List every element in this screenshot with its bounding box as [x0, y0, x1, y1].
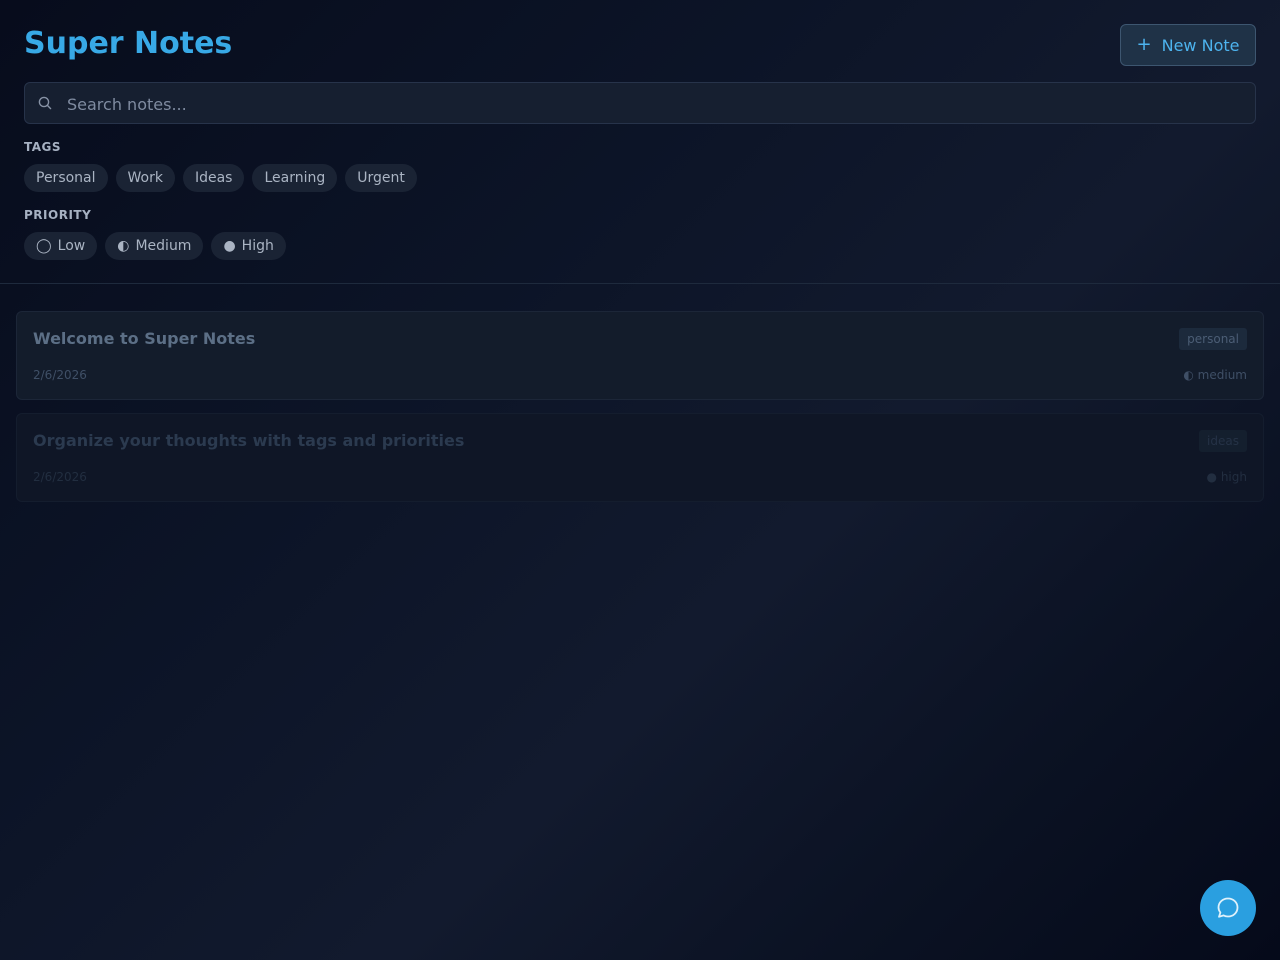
note-card[interactable]: Welcome to Super Notes personal 2/6/2026… — [16, 311, 1264, 400]
priority-chip-low[interactable]: ◯ Low — [24, 232, 98, 260]
priority-chip-high[interactable]: ● High — [211, 232, 286, 260]
tag-chip-ideas[interactable]: Ideas — [182, 164, 245, 192]
note-priority-label: medium — [1197, 368, 1247, 382]
half-circle-icon: ◐ — [117, 238, 130, 254]
chat-bubble-icon — [1217, 897, 1239, 918]
app-title: Super Notes — [24, 26, 233, 61]
tags-section-label: TAGS — [24, 140, 62, 154]
new-note-label: New Note — [1161, 35, 1240, 55]
note-priority: ● high — [1207, 470, 1247, 484]
half-circle-icon: ◐ — [1183, 368, 1194, 382]
tag-filter-list: Personal Work Ideas Learning Urgent — [24, 164, 417, 192]
filled-circle-icon: ● — [1206, 470, 1217, 484]
filled-circle-icon: ● — [223, 238, 236, 254]
tag-chip-personal[interactable]: Personal — [24, 164, 108, 192]
note-priority: ◐ medium — [1183, 368, 1247, 382]
search-icon — [38, 96, 52, 110]
note-title: Organize your thoughts with tags and pri… — [33, 431, 465, 450]
app-header: Super Notes + New Note TAGS Personal Wor… — [0, 0, 1280, 284]
search-input[interactable] — [65, 83, 1249, 125]
tag-chip-learning[interactable]: Learning — [252, 164, 338, 192]
note-tag-badge: ideas — [1199, 430, 1247, 452]
search-bar[interactable] — [24, 82, 1256, 125]
note-card[interactable]: Organize your thoughts with tags and pri… — [16, 413, 1264, 502]
tag-chip-work[interactable]: Work — [115, 164, 175, 192]
chat-button[interactable] — [1200, 880, 1256, 936]
priority-chip-label: Low — [57, 238, 86, 254]
empty-circle-icon: ◯ — [36, 238, 52, 254]
plus-icon: + — [1136, 34, 1152, 55]
note-date: 2/6/2026 — [33, 368, 87, 382]
priority-section-label: PRIORITY — [24, 208, 92, 222]
new-note-button[interactable]: + New Note — [1120, 24, 1256, 66]
note-tag-badge: personal — [1179, 328, 1247, 350]
tag-chip-urgent[interactable]: Urgent — [345, 164, 417, 192]
note-date: 2/6/2026 — [33, 470, 87, 484]
priority-chip-label: High — [241, 238, 274, 254]
priority-filter-list: ◯ Low ◐ Medium ● High — [24, 232, 286, 260]
note-priority-label: high — [1220, 470, 1247, 484]
note-title: Welcome to Super Notes — [33, 329, 256, 348]
priority-chip-label: Medium — [135, 238, 192, 254]
priority-chip-medium[interactable]: ◐ Medium — [105, 232, 204, 260]
